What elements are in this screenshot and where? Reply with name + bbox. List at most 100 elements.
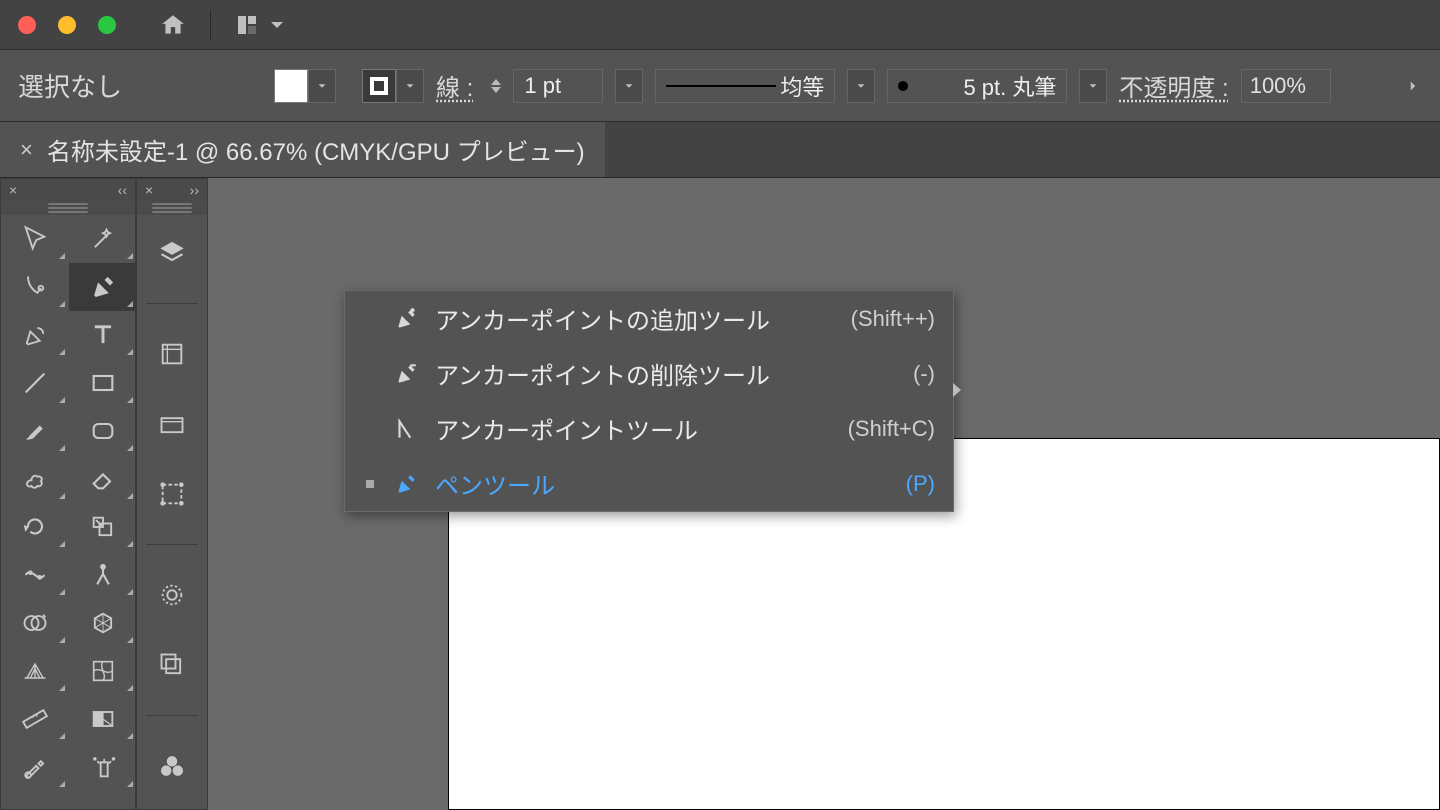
shape-builder-tool[interactable]	[1, 599, 69, 647]
add-anchor-point-tool[interactable]: アンカーポイントの追加ツール (Shift++)	[345, 291, 953, 346]
curvature-tool[interactable]	[1, 311, 69, 359]
flyout-item-shortcut: (P)	[906, 471, 935, 497]
window-close-button[interactable]	[18, 16, 36, 34]
anchor-point-tool[interactable]: アンカーポイントツール (Shift+C)	[345, 401, 953, 456]
fill-dropdown[interactable]	[308, 69, 336, 103]
close-icon[interactable]: ×	[145, 182, 153, 198]
blob-brush-tool[interactable]	[1, 455, 69, 503]
home-icon[interactable]	[160, 12, 186, 38]
profile-label: 均等	[780, 70, 824, 102]
flyout-item-shortcut: (Shift+C)	[848, 416, 935, 442]
flyout-item-label: アンカーポイントツール	[435, 411, 834, 446]
gradient-tool[interactable]	[69, 695, 137, 743]
pen-tool-flyout: アンカーポイントの追加ツール (Shift++) アンカーポイントの削除ツール …	[344, 290, 954, 512]
stroke-label[interactable]: 線 :	[436, 68, 473, 103]
selected-indicator-icon	[366, 480, 374, 488]
type-tool[interactable]	[69, 311, 137, 359]
rectangle-tool[interactable]	[69, 359, 137, 407]
pen-tool-item[interactable]: ペンツール (P)	[345, 456, 953, 511]
properties-panel-icon[interactable]	[152, 334, 192, 374]
window-zoom-button[interactable]	[98, 16, 116, 34]
fill-swatch[interactable]	[274, 69, 308, 103]
collapsed-panels: × ››	[136, 178, 208, 810]
convert-anchor-icon	[391, 414, 421, 444]
mini-panel-header[interactable]: × ››	[137, 179, 207, 201]
artboards-panel-icon[interactable]	[152, 474, 192, 514]
eyedropper-tool[interactable]	[1, 743, 69, 791]
flyout-item-label: アンカーポイントの削除ツール	[435, 356, 899, 391]
flyout-item-shortcut: (-)	[913, 361, 935, 387]
stroke-swatch-group[interactable]	[348, 69, 424, 103]
pen-tool[interactable]	[69, 263, 137, 311]
rounded-rectangle-tool[interactable]	[69, 407, 137, 455]
symbol-sprayer-tool[interactable]	[69, 743, 137, 791]
selection-status-label: 選択なし	[18, 67, 122, 104]
document-tabs: × 名称未設定-1 @ 66.67% (CMYK/GPU プレビュー)	[0, 122, 1440, 178]
profile-dropdown[interactable]	[847, 69, 875, 103]
variable-width-profile[interactable]: 均等	[655, 69, 835, 103]
flyout-item-shortcut: (Shift++)	[851, 306, 935, 332]
symbols-panel-icon[interactable]	[152, 746, 192, 786]
brush-label: 5 pt. 丸筆	[963, 70, 1056, 102]
scale-tool[interactable]	[69, 503, 137, 551]
close-icon[interactable]: ×	[20, 137, 33, 163]
free-transform-tool[interactable]	[69, 599, 137, 647]
line-tool[interactable]	[1, 359, 69, 407]
stroke-width-value: 1 pt	[524, 73, 561, 99]
selection-tool[interactable]	[1, 215, 69, 263]
magic-wand-tool[interactable]	[69, 215, 137, 263]
opacity-label[interactable]: 不透明度 :	[1119, 68, 1228, 103]
perspective-grid-tool[interactable]	[1, 647, 69, 695]
tool-grid	[1, 215, 135, 791]
measure-tool[interactable]	[1, 695, 69, 743]
traffic-lights	[18, 16, 116, 34]
flyout-item-label: ペンツール	[435, 466, 892, 501]
appearance-panel-icon[interactable]	[152, 575, 192, 615]
chevron-down-icon	[265, 13, 289, 37]
pen-icon	[391, 469, 421, 499]
collapse-icon[interactable]: ‹‹	[118, 182, 127, 198]
window-titlebar	[0, 0, 1440, 50]
mesh-tool[interactable]	[69, 647, 137, 695]
panel-grip[interactable]	[1, 201, 135, 215]
more-options-icon[interactable]	[1404, 77, 1422, 95]
canvas[interactable]: アンカーポイントの追加ツール (Shift++) アンカーポイントの削除ツール …	[208, 178, 1440, 810]
transform-panel-icon[interactable]	[152, 645, 192, 685]
document-tab[interactable]: × 名称未設定-1 @ 66.67% (CMYK/GPU プレビュー)	[0, 122, 605, 177]
separator	[210, 10, 211, 40]
puppet-warp-tool[interactable]	[69, 551, 137, 599]
pen-minus-icon	[391, 359, 421, 389]
window-minimize-button[interactable]	[58, 16, 76, 34]
brush-tool[interactable]	[1, 407, 69, 455]
libraries-panel-icon[interactable]	[152, 404, 192, 444]
brush-definition[interactable]: 5 pt. 丸筆	[887, 69, 1067, 103]
tools-panel-header[interactable]: × ‹‹	[1, 179, 135, 201]
width-tool[interactable]	[1, 551, 69, 599]
pen-plus-icon	[391, 304, 421, 334]
rotate-tool[interactable]	[1, 503, 69, 551]
close-icon[interactable]: ×	[9, 182, 17, 198]
opacity-value: 100%	[1250, 73, 1306, 99]
brush-dropdown[interactable]	[1079, 69, 1107, 103]
workspace-switcher[interactable]	[235, 13, 289, 37]
document-title: 名称未設定-1 @ 66.67% (CMYK/GPU プレビュー)	[47, 132, 585, 167]
stroke-width-stepper[interactable]	[491, 79, 501, 93]
flyout-item-label: アンカーポイントの追加ツール	[435, 301, 837, 336]
fill-swatch-group[interactable]	[274, 69, 336, 103]
tools-panel: × ‹‹	[0, 178, 136, 810]
stroke-width-dropdown[interactable]	[615, 69, 643, 103]
opacity-field[interactable]: 100%	[1241, 69, 1331, 103]
stroke-swatch[interactable]	[362, 69, 396, 103]
options-bar: 選択なし 線 : 1 pt 均等 5 pt. 丸筆 不透明度 : 100%	[0, 50, 1440, 122]
stroke-dropdown[interactable]	[396, 69, 424, 103]
workarea: × ‹‹	[0, 178, 1440, 810]
eraser-tool[interactable]	[69, 455, 137, 503]
workspace-icon	[235, 13, 259, 37]
expand-icon[interactable]: ››	[190, 182, 199, 198]
panel-grip[interactable]	[137, 201, 207, 215]
flyout-tearoff-handle[interactable]	[953, 381, 963, 399]
delete-anchor-point-tool[interactable]: アンカーポイントの削除ツール (-)	[345, 346, 953, 401]
direct-selection-tool[interactable]	[1, 263, 69, 311]
layers-panel-icon[interactable]	[152, 233, 192, 273]
stroke-width-field[interactable]: 1 pt	[513, 69, 603, 103]
